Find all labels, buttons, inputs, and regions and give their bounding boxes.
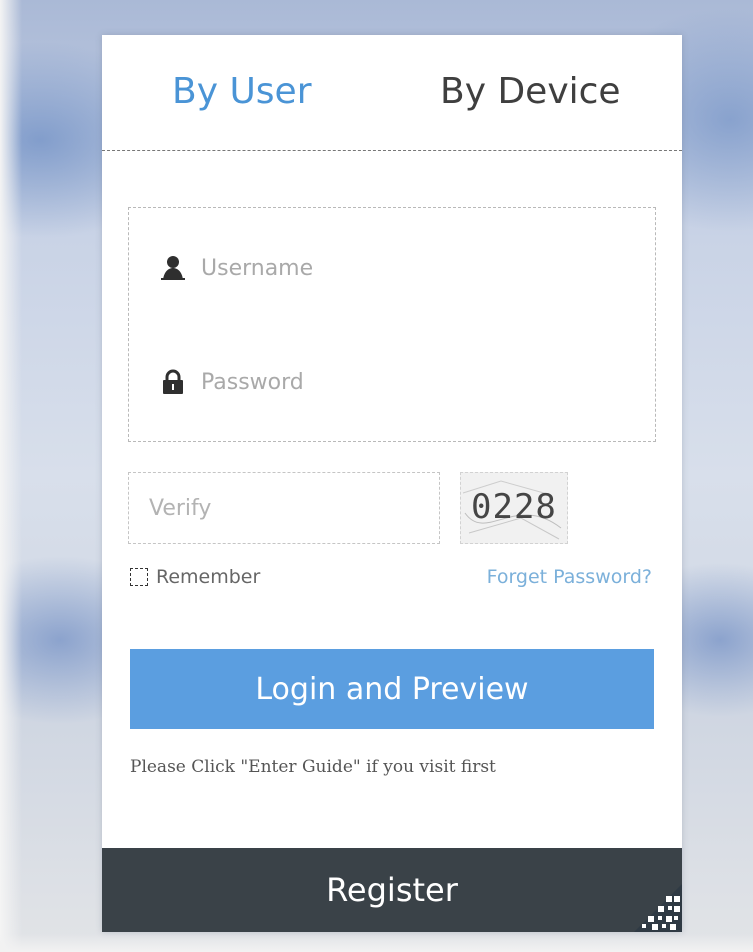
- captcha-code: 0228: [471, 487, 557, 527]
- verify-box: [128, 472, 440, 544]
- user-icon: [159, 254, 187, 282]
- tab-by-user[interactable]: By User: [172, 71, 312, 112]
- login-mode-tabs: By User By Device: [102, 35, 682, 151]
- lock-icon: [159, 368, 187, 396]
- register-button[interactable]: Register: [102, 848, 682, 932]
- forget-password-link[interactable]: Forget Password?: [487, 566, 652, 588]
- login-and-preview-button[interactable]: Login and Preview: [130, 649, 654, 729]
- credentials-box: [128, 207, 656, 442]
- checkbox-icon[interactable]: [130, 568, 148, 586]
- tab-by-device[interactable]: By Device: [440, 71, 621, 112]
- register-label: Register: [326, 871, 458, 909]
- background-edge-bottom: [0, 934, 753, 952]
- verify-input[interactable]: [147, 494, 421, 522]
- password-row: [159, 358, 629, 406]
- first-visit-hint: Please Click "Enter Guide" if you visit …: [130, 757, 496, 777]
- username-input[interactable]: [201, 255, 629, 281]
- captcha-image[interactable]: 0228: [460, 472, 568, 544]
- background-edge-left: [0, 0, 22, 952]
- qr-code-icon[interactable]: [634, 884, 682, 932]
- password-input[interactable]: [201, 369, 629, 395]
- login-panel: By User By Device Username Verify 0228 R…: [102, 35, 682, 932]
- remember-label: Remember: [156, 566, 261, 588]
- remember-checkbox[interactable]: Remember: [130, 566, 260, 588]
- username-row: [159, 244, 629, 292]
